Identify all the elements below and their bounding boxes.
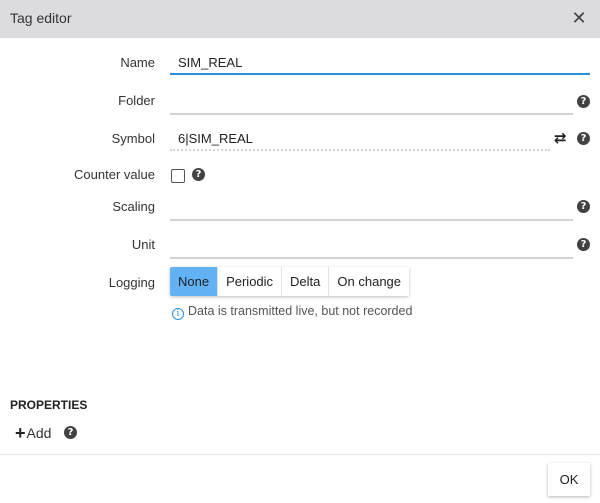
counter-value-label: Counter value [74, 167, 155, 182]
symbol-input[interactable] [170, 127, 550, 151]
logging-option-none[interactable]: None [170, 267, 219, 296]
scaling-label: Scaling [112, 199, 155, 214]
help-icon[interactable]: ? [577, 132, 590, 145]
name-label: Name [120, 55, 155, 70]
properties-title: PROPERTIES [10, 398, 88, 412]
add-label: Add [26, 425, 52, 441]
unit-label: Unit [131, 237, 155, 252]
info-icon: i [172, 308, 184, 320]
unit-input[interactable] [170, 235, 573, 259]
folder-label: Folder [118, 93, 155, 108]
scaling-input[interactable] [170, 197, 573, 221]
dialog-title: Tag editor [10, 10, 72, 26]
symbol-label: Symbol [111, 131, 155, 146]
swap-icon[interactable]: ⇄ [554, 131, 567, 146]
dialog-titlebar: Tag editor ✕ [0, 0, 600, 38]
logging-info: i Data is transmitted live, but not recor… [172, 304, 412, 320]
help-icon[interactable]: ? [192, 168, 205, 181]
counter-value-checkbox[interactable] [171, 169, 185, 183]
help-icon[interactable]: ? [577, 238, 590, 251]
logging-segmented-control: None Periodic Delta On change [170, 267, 410, 296]
help-icon[interactable]: ? [577, 95, 590, 108]
logging-option-on-change[interactable]: On change [329, 267, 410, 296]
logging-info-text: Data is transmitted live, but not record… [188, 304, 413, 318]
folder-input[interactable] [170, 91, 573, 115]
plus-icon: + [15, 423, 26, 443]
ok-button[interactable]: OK [548, 463, 590, 496]
logging-label: Logging [108, 275, 155, 290]
add-property-button[interactable]: +Add [15, 423, 51, 444]
help-icon[interactable]: ? [577, 200, 590, 213]
help-icon[interactable]: ? [64, 426, 77, 439]
name-input[interactable] [170, 51, 590, 75]
logging-option-delta[interactable]: Delta [282, 267, 330, 296]
footer-divider [0, 454, 600, 455]
close-icon[interactable]: ✕ [570, 8, 588, 28]
logging-option-periodic[interactable]: Periodic [218, 267, 283, 296]
